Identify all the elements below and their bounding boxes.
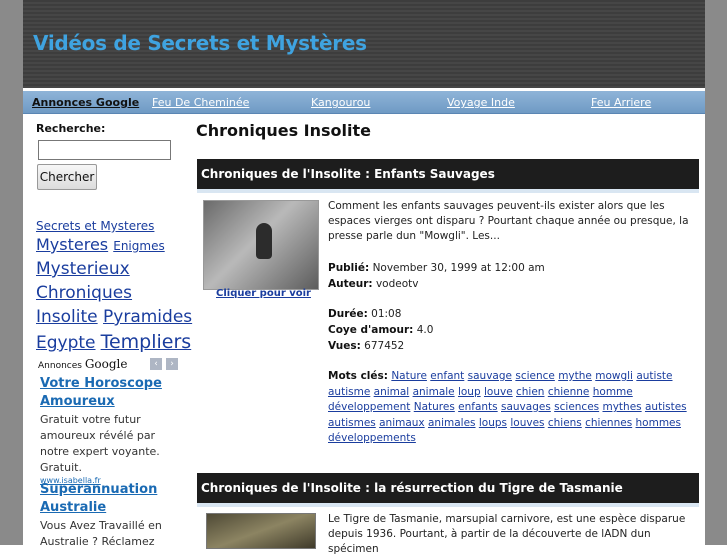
nav-link-voyage-inde[interactable]: Voyage Inde [447, 96, 515, 109]
video-heading-bar: Chroniques de l'Insolite : Enfants Sauva… [197, 159, 699, 193]
watch-link[interactable]: Cliquer pour voir [216, 288, 311, 299]
tag-mysterieux[interactable]: Mysterieux [36, 259, 130, 279]
keyword-link[interactable]: mowgli [595, 370, 633, 382]
keyword-link[interactable]: autismes [328, 417, 376, 429]
video-keywords: Mots clés: Nature enfant sauvage science… [328, 370, 687, 444]
keyword-link[interactable]: louves [510, 417, 544, 429]
video-meta-stats: Durée: 01:08 Coye d'amour: 4.0 Vues: 677… [328, 308, 434, 352]
keyword-link[interactable]: mythes [602, 401, 641, 413]
tag-templiers[interactable]: Templiers [101, 331, 192, 353]
keyword-link[interactable]: Natures [414, 401, 455, 413]
video-meta-published: Publié: November 30, 1999 at 12:00 am Au… [328, 262, 545, 290]
video-title[interactable]: Chroniques de l'Insolite : la résurrecti… [201, 481, 623, 495]
keyword-link[interactable]: sauvages [501, 401, 551, 413]
site-header: Vidéos de Secrets et Mystères [23, 0, 705, 88]
ads-prev-arrow-icon[interactable]: ‹ [150, 358, 162, 370]
keyword-link[interactable]: sauvage [468, 370, 512, 382]
page-title: Chroniques Insolite [196, 121, 372, 140]
tag-insolite[interactable]: Insolite [36, 307, 98, 327]
keyword-link[interactable]: autiste [636, 370, 672, 382]
tag-egypte[interactable]: Egypte [36, 333, 96, 353]
keyword-link[interactable]: développement [328, 401, 410, 413]
keyword-link[interactable]: animal [374, 386, 410, 398]
video-heading-bar: Chroniques de l'Insolite : la résurrecti… [197, 473, 699, 507]
keyword-link[interactable]: chiens [548, 417, 582, 429]
ad-title[interactable]: Superannuation Australie [40, 481, 182, 517]
keyword-link[interactable]: loups [479, 417, 507, 429]
keyword-link[interactable]: autistes [645, 401, 687, 413]
keyword-link[interactable]: enfants [458, 401, 498, 413]
ad-text: Vous Avez Travaillé en Australie ? Récla… [40, 519, 162, 548]
nav-bar: Annonces Google Feu De Cheminée Kangouro… [23, 91, 705, 114]
nav-link-feu-arriere[interactable]: Feu Arriere [591, 96, 651, 109]
keyword-link[interactable]: enfant [430, 370, 464, 382]
tag-enigmes[interactable]: Enigmes [113, 239, 164, 253]
video-thumbnail[interactable] [203, 200, 319, 290]
keyword-link[interactable]: animale [413, 386, 455, 398]
ads-next-arrow-icon[interactable]: › [166, 358, 178, 370]
search-button[interactable]: Chercher [37, 164, 97, 190]
page: Vidéos de Secrets et Mystères Annonces G… [23, 0, 705, 555]
sidebar: Recherche: Chercher Secrets et Mysteres … [23, 113, 192, 548]
tag-pyramides[interactable]: Pyramides [103, 307, 192, 327]
tag-secrets-et-mysteres[interactable]: Secrets et Mysteres [36, 219, 154, 233]
ad-title[interactable]: Votre Horoscope Amoureux [40, 375, 182, 411]
keyword-link[interactable]: loup [458, 386, 481, 398]
video-title[interactable]: Chroniques de l'Insolite : Enfants Sauva… [201, 167, 495, 181]
nav-link-kangourou[interactable]: Kangourou [311, 96, 370, 109]
keyword-link[interactable]: développements [328, 432, 416, 444]
keyword-link[interactable]: louve [484, 386, 513, 398]
video-thumbnail[interactable] [206, 513, 316, 549]
keyword-link[interactable]: hommes [636, 417, 681, 429]
nav-link-feu-de-cheminee[interactable]: Feu De Cheminée [152, 96, 249, 109]
keyword-link[interactable]: Nature [391, 370, 427, 382]
ad-text: Gratuit votre futur amoureux révélé par … [40, 413, 160, 474]
tag-mysteres[interactable]: Mysteres [36, 235, 108, 254]
keyword-link[interactable]: chiennes [585, 417, 632, 429]
keyword-link[interactable]: science [515, 370, 555, 382]
site-title[interactable]: Vidéos de Secrets et Mystères [33, 31, 367, 55]
google-ads-label: Annonces Google [38, 357, 128, 371]
keyword-link[interactable]: homme [593, 386, 633, 398]
ad-superannuation: Superannuation Australie Vous Avez Trava… [40, 481, 182, 550]
keyword-link[interactable]: animales [428, 417, 476, 429]
video-description: Le Tigre de Tasmanie, marsupial carnivor… [328, 513, 686, 555]
author-name: vodeotv [375, 278, 419, 290]
keyword-link[interactable]: chienne [548, 386, 590, 398]
keyword-link[interactable]: animaux [379, 417, 425, 429]
keyword-link[interactable]: chien [516, 386, 544, 398]
keyword-link[interactable]: sciences [554, 401, 599, 413]
tag-chroniques[interactable]: Chroniques [36, 283, 132, 303]
child-figure [256, 223, 272, 259]
search-label: Recherche: [36, 122, 106, 135]
keyword-link[interactable]: mythe [558, 370, 592, 382]
video-description: Comment les enfants sauvages peuvent-ils… [328, 200, 689, 242]
ad-horoscope: Votre Horoscope Amoureux Gratuit votre f… [40, 375, 182, 485]
search-input[interactable] [38, 140, 171, 160]
google-brand: Google [84, 357, 128, 371]
main-content: Chroniques Insolite Chroniques de l'Inso… [195, 113, 699, 555]
keyword-link[interactable]: autisme [328, 386, 370, 398]
nav-ads-label[interactable]: Annonces Google [32, 96, 139, 109]
